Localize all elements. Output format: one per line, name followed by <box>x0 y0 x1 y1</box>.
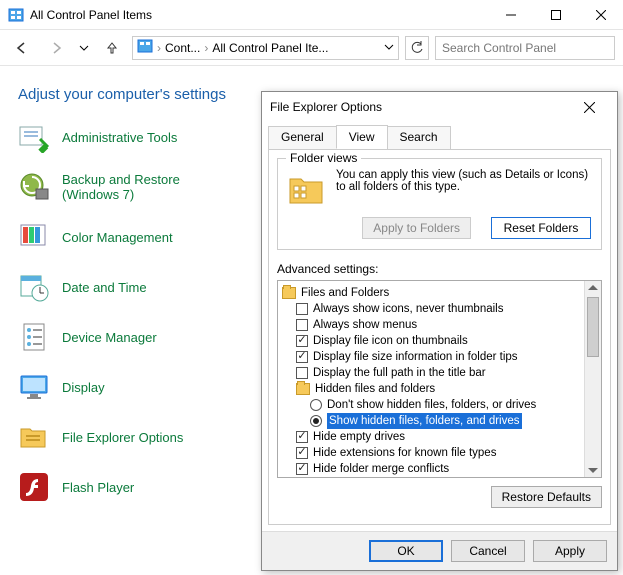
back-button[interactable] <box>8 34 36 62</box>
folder-views-legend: Folder views <box>286 151 361 165</box>
backup-restore-icon <box>18 171 50 203</box>
reset-folders-button[interactable]: Reset Folders <box>491 217 591 239</box>
dialog-footer: OK Cancel Apply <box>262 531 617 570</box>
tree-item-hide-extensions[interactable]: Hide extensions for known file types <box>282 445 582 461</box>
tree-folder-hidden-files[interactable]: Hidden files and folders <box>282 381 582 397</box>
ok-button[interactable]: OK <box>369 540 443 562</box>
tree-item-hide-merge-conflicts[interactable]: Hide folder merge conflicts <box>282 461 582 477</box>
tree-folder-files-and-folders[interactable]: Files and Folders <box>282 285 582 301</box>
up-button[interactable] <box>98 34 126 62</box>
folder-icon <box>296 383 310 395</box>
folder-views-icon <box>286 169 326 209</box>
tree-radio-show-hidden[interactable]: Show hidden files, folders, and drives <box>282 413 582 429</box>
device-manager-icon <box>18 321 50 353</box>
cp-item-label: Administrative Tools <box>62 130 177 145</box>
refresh-button[interactable] <box>405 36 429 60</box>
dialog-body: Folder views You can apply this view (su… <box>268 149 611 525</box>
tab-view[interactable]: View <box>336 125 388 149</box>
dialog-close-button[interactable] <box>569 92 609 122</box>
dialog-title: File Explorer Options <box>270 100 569 114</box>
tree-item-show-menus[interactable]: Always show menus <box>282 317 582 333</box>
chevron-right-icon: › <box>204 41 208 55</box>
main-titlebar: All Control Panel Items <box>0 0 623 30</box>
tree-item-file-size-tips[interactable]: Display file size information in folder … <box>282 349 582 365</box>
maximize-button[interactable] <box>533 0 578 30</box>
folder-views-group: Folder views You can apply this view (su… <box>277 158 602 250</box>
control-panel-app-icon <box>8 7 24 23</box>
checkbox-icon[interactable] <box>296 431 308 443</box>
cp-item-label: Device Manager <box>62 330 157 345</box>
cp-item-label: Display <box>62 380 105 395</box>
advanced-settings-label: Advanced settings: <box>277 262 602 276</box>
cancel-button[interactable]: Cancel <box>451 540 525 562</box>
search-placeholder: Search Control Panel <box>442 41 556 55</box>
checkbox-icon[interactable] <box>296 335 308 347</box>
restore-defaults-button[interactable]: Restore Defaults <box>491 486 602 508</box>
radio-icon[interactable] <box>310 399 322 411</box>
dialog-titlebar: File Explorer Options <box>262 92 617 122</box>
admin-tools-icon <box>18 121 50 153</box>
checkbox-icon[interactable] <box>296 367 308 379</box>
tab-search[interactable]: Search <box>387 126 451 150</box>
recent-dropdown[interactable] <box>76 34 92 62</box>
cp-item-label: File Explorer Options <box>62 430 183 445</box>
dialog-tabs: General View Search <box>262 124 617 149</box>
breadcrumb-2[interactable]: All Control Panel Ite... <box>212 41 328 55</box>
cp-item-label: Color Management <box>62 230 173 245</box>
tree-item-file-icon-thumb[interactable]: Display file icon on thumbnails <box>282 333 582 349</box>
apply-button[interactable]: Apply <box>533 540 607 562</box>
tab-general[interactable]: General <box>268 126 337 150</box>
checkbox-icon[interactable] <box>296 303 308 315</box>
scrollbar-thumb[interactable] <box>587 297 599 357</box>
cp-item-label: Date and Time <box>62 280 147 295</box>
checkbox-icon[interactable] <box>296 463 308 475</box>
address-dropdown[interactable] <box>384 41 394 55</box>
tree-item-full-path-title[interactable]: Display the full path in the title bar <box>282 365 582 381</box>
folder-views-description: You can apply this view (such as Details… <box>336 169 591 209</box>
radio-icon[interactable] <box>310 415 322 427</box>
checkbox-icon[interactable] <box>296 351 308 363</box>
tree-scrollbar[interactable] <box>584 281 601 477</box>
file-explorer-options-dialog: File Explorer Options General View Searc… <box>261 91 618 571</box>
search-input[interactable]: Search Control Panel <box>435 36 615 60</box>
forward-button[interactable] <box>42 34 70 62</box>
cp-item-label: Backup and Restore (Windows 7) <box>62 172 222 202</box>
checkbox-icon[interactable] <box>296 447 308 459</box>
color-management-icon <box>18 221 50 253</box>
display-icon <box>18 371 50 403</box>
folder-icon <box>282 287 296 299</box>
apply-to-folders-button[interactable]: Apply to Folders <box>362 217 471 239</box>
control-panel-icon <box>137 38 153 57</box>
flash-player-icon <box>18 471 50 503</box>
advanced-settings-tree[interactable]: Files and Folders Always show icons, nev… <box>277 280 602 478</box>
cp-item-label: Flash Player <box>62 480 134 495</box>
minimize-button[interactable] <box>488 0 533 30</box>
date-time-icon <box>18 271 50 303</box>
navigation-bar: › Cont... › All Control Panel Ite... Sea… <box>0 30 623 66</box>
file-explorer-options-icon <box>18 421 50 453</box>
tree-item-hide-empty-drives[interactable]: Hide empty drives <box>282 429 582 445</box>
close-button[interactable] <box>578 0 623 30</box>
tree-item-show-icons[interactable]: Always show icons, never thumbnails <box>282 301 582 317</box>
chevron-right-icon: › <box>157 41 161 55</box>
tree-radio-dont-show-hidden[interactable]: Don't show hidden files, folders, or dri… <box>282 397 582 413</box>
breadcrumb-1[interactable]: Cont... <box>165 41 200 55</box>
window-title: All Control Panel Items <box>30 8 488 22</box>
address-bar[interactable]: › Cont... › All Control Panel Ite... <box>132 36 399 60</box>
checkbox-icon[interactable] <box>296 319 308 331</box>
